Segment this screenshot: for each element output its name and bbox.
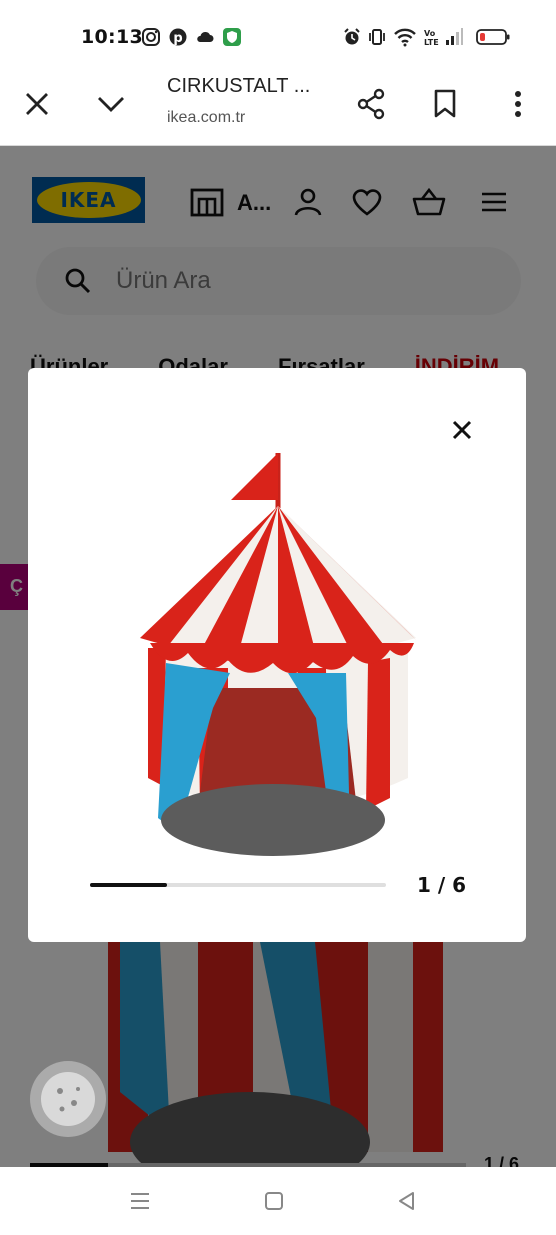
alarm-icon	[344, 28, 360, 45]
gallery-progress-fill	[90, 883, 167, 887]
share-button[interactable]	[347, 80, 395, 128]
browser-toolbar: CIRKUSTALT ... ikea.com.tr	[0, 68, 556, 146]
more-vert-icon	[515, 91, 521, 117]
svg-text:LTE: LTE	[424, 38, 439, 47]
gallery-counter: 1 / 6	[417, 873, 467, 897]
minimize-button[interactable]	[87, 80, 135, 128]
product-image[interactable]	[128, 448, 428, 873]
chevron-down-icon	[98, 97, 124, 112]
status-time: 10:13	[81, 26, 143, 48]
image-gallery-modal: 1 / 6	[28, 368, 526, 942]
instagram-icon	[142, 28, 160, 46]
recents-icon	[131, 1193, 149, 1209]
back-button[interactable]	[389, 1183, 425, 1219]
signal-icon	[446, 28, 463, 45]
volte-icon: VoLTE	[424, 29, 439, 47]
pinterest-icon: p	[169, 28, 187, 46]
cloud-icon	[197, 31, 214, 42]
vibrate-icon	[369, 29, 385, 45]
tab-title[interactable]: CIRKUSTALT ...	[167, 75, 310, 98]
svg-text:Vo: Vo	[424, 29, 436, 38]
cookie-settings-button[interactable]	[30, 1061, 106, 1137]
svg-text:p: p	[173, 31, 182, 46]
wifi-icon	[394, 28, 416, 47]
system-navigation-bar	[0, 1167, 556, 1235]
cookie-icon	[41, 1072, 95, 1126]
close-icon	[452, 420, 472, 440]
close-icon	[26, 93, 48, 115]
battery-icon	[476, 29, 510, 45]
status-bar: 10:13 p Vo LTE	[0, 0, 556, 68]
home-icon	[265, 1192, 283, 1210]
gallery-progress-bar	[90, 883, 386, 887]
back-icon	[399, 1192, 414, 1210]
vpn-shield-icon	[223, 28, 241, 46]
bookmark-button[interactable]	[421, 80, 469, 128]
close-tab-button[interactable]	[13, 80, 61, 128]
share-icon	[357, 88, 385, 120]
bookmark-icon	[434, 89, 456, 118]
tab-url[interactable]: ikea.com.tr	[167, 109, 245, 127]
more-options-button[interactable]	[494, 80, 542, 128]
home-button[interactable]	[256, 1183, 292, 1219]
modal-close-button[interactable]	[444, 412, 480, 448]
recents-button[interactable]	[122, 1183, 158, 1219]
